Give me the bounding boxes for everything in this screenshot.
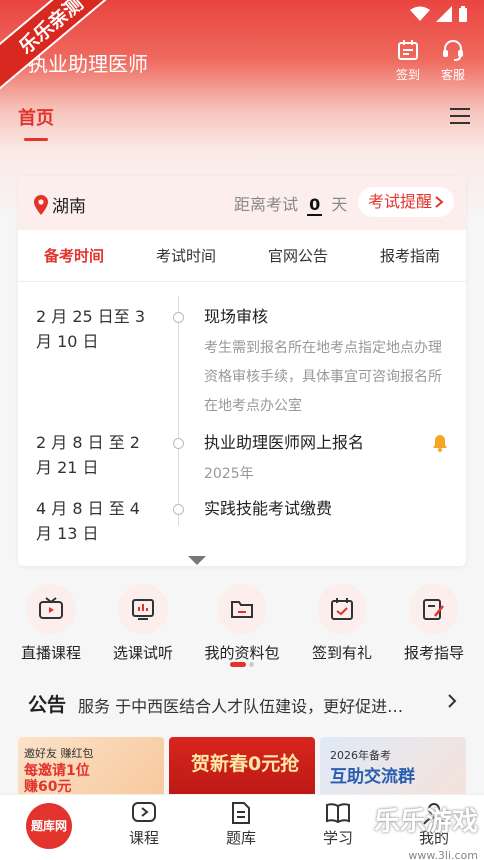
banner-text: 2026年备考 — [330, 749, 391, 762]
location-pin-icon — [34, 194, 48, 215]
timeline-desc: 2025年 — [204, 466, 254, 482]
timeline-title: 现场审核 — [204, 307, 269, 326]
timeline-date: 4 月 8 日 至 4 月 13 日 — [36, 499, 140, 543]
banner-study-group[interactable]: 2026年备考 互助交流群 — [320, 737, 466, 795]
countdown-days: 0 — [307, 195, 323, 216]
location-selector[interactable]: 湖南 — [34, 192, 86, 217]
expand-triangle-icon[interactable] — [188, 556, 206, 565]
watermark-text: 乐乐游戏 — [373, 807, 478, 837]
nav-course[interactable]: 课程 — [114, 801, 174, 848]
wifi-icon — [410, 6, 430, 21]
banner-text: 互助交流群 — [330, 767, 415, 787]
shortcut-label: 直播课程 — [20, 644, 81, 662]
hamburger-menu-icon[interactable] — [448, 106, 472, 126]
banner-invite[interactable]: 邀好友 赚红包 每邀请1位 赚60元 — [18, 737, 164, 795]
countdown-suffix: 天 — [331, 195, 348, 214]
shortcut-label: 报考指导 — [403, 644, 464, 662]
shortcut-apply-guide[interactable]: 报考指导 — [389, 584, 479, 663]
shortcut-label: 我的资料包 — [204, 644, 280, 662]
countdown-prefix: 距离考试 — [234, 195, 299, 214]
exam-info-card: 湖南 距离考试 0 天 考试提醒 备考时间 考试时间 官网公告 报考指南 2 月… — [18, 176, 466, 566]
nav-study[interactable]: 学习 — [308, 801, 368, 848]
watermark-url: www.3li.com — [408, 849, 478, 860]
play-icon — [132, 802, 156, 822]
shortcut-checkin-gift[interactable]: 签到有礼 — [297, 584, 387, 663]
headset-icon — [443, 40, 463, 61]
banner-text: 贺新春0元抢 — [191, 753, 300, 775]
location-row: 湖南 距离考试 0 天 考试提醒 — [18, 176, 466, 230]
checkin-label: 签到 — [395, 68, 420, 82]
banner-new-year[interactable]: 贺新春0元抢 — [169, 737, 315, 795]
shortcut-trial-course[interactable]: 选课试听 — [98, 584, 188, 663]
book-icon — [326, 803, 350, 824]
remind-label: 考试提醒 — [367, 192, 432, 211]
page-dot-active — [230, 662, 246, 667]
battery-icon — [459, 6, 467, 22]
timeline-date: 2 月 8 日 至 2 月 21 日 — [36, 433, 140, 477]
timeline-title: 执业助理医师网上报名 — [204, 433, 365, 452]
timeline-dot — [173, 438, 184, 449]
timeline-title: 实践技能考试缴费 — [204, 499, 333, 518]
chevron-right-icon — [435, 196, 444, 208]
app-header: 执业助理医师 签到 客服 — [0, 38, 484, 88]
document-icon — [232, 802, 250, 824]
shortcut-live-course[interactable]: 直播课程 — [6, 584, 96, 663]
folder-icon — [217, 584, 267, 634]
nav-row: 首页 — [0, 98, 484, 148]
nav-question-bank[interactable]: 题库 — [211, 801, 271, 848]
tab-official-notice[interactable]: 官网公告 — [242, 230, 354, 281]
timeline: 2 月 25 日至 3 月 10 日 现场审核 考生需到报名所在地考点指定地点办… — [18, 282, 466, 552]
watermark: 乐乐游戏 www.3li.com — [360, 806, 478, 860]
home-logo-button[interactable]: 题库网 — [26, 803, 72, 849]
announcement-bar[interactable]: 公告 服务 于中西医结合人才队伍建设，更好促进… — [0, 684, 484, 724]
page-indicator — [230, 662, 254, 667]
timeline-dot — [173, 504, 184, 515]
calendar-icon — [398, 40, 418, 60]
nav-label: 学习 — [322, 829, 353, 847]
tab-prep-time[interactable]: 备考时间 — [18, 230, 130, 281]
timeline-dot — [173, 312, 184, 323]
chevron-right-icon — [448, 694, 457, 708]
shortcut-label: 签到有礼 — [311, 644, 372, 662]
chart-board-icon — [118, 584, 168, 634]
tab-apply-guide[interactable]: 报考指南 — [354, 230, 466, 281]
bell-icon[interactable] — [432, 434, 448, 452]
customer-service-button[interactable]: 客服 — [431, 38, 475, 83]
signal-icon — [436, 6, 452, 22]
banner-text: 赚60元 — [24, 779, 72, 795]
tv-icon — [26, 584, 76, 634]
tab-exam-time[interactable]: 考试时间 — [130, 230, 242, 281]
timeline-date: 2 月 25 日至 3 月 10 日 — [36, 307, 146, 351]
shortcut-grid: 直播课程 选课试听 我的资料包 签到有礼 报考指导 — [0, 584, 484, 664]
banner-text: 每邀请1位 — [24, 763, 90, 779]
tab-home[interactable]: 首页 — [18, 104, 54, 130]
announcement-text: 服务 于中西医结合人才队伍建设，更好促进… — [78, 697, 404, 716]
page-dot — [249, 662, 254, 667]
edit-doc-icon — [409, 584, 459, 634]
announcement-label: 公告 — [28, 694, 67, 716]
nav-label: 课程 — [128, 829, 159, 847]
timeline-desc: 考生需到报名所在地考点指定地点办理资格审核手续，具体事宜可咨询报名所在地考点办公… — [204, 340, 442, 414]
nav-label: 题库 — [225, 829, 256, 847]
exam-countdown: 距离考试 0 天 — [234, 191, 348, 216]
exam-remind-button[interactable]: 考试提醒 — [357, 187, 454, 217]
banner-text: 邀好友 赚红包 — [24, 747, 94, 760]
status-bar — [410, 6, 468, 22]
location-name: 湖南 — [52, 197, 86, 217]
timeline-line — [178, 296, 179, 526]
shortcut-label: 选课试听 — [112, 644, 173, 662]
calendar-check-icon — [317, 584, 367, 634]
banner-row: 邀好友 赚红包 每邀请1位 赚60元 贺新春0元抢 2026年备考 互助交流群 — [18, 737, 466, 795]
tab-home-indicator — [24, 138, 48, 141]
shortcut-material-pack[interactable]: 我的资料包 — [197, 584, 287, 663]
exam-tabs: 备考时间 考试时间 官网公告 报考指南 — [18, 230, 466, 282]
checkin-button[interactable]: 签到 — [386, 38, 430, 83]
service-label: 客服 — [440, 68, 465, 82]
